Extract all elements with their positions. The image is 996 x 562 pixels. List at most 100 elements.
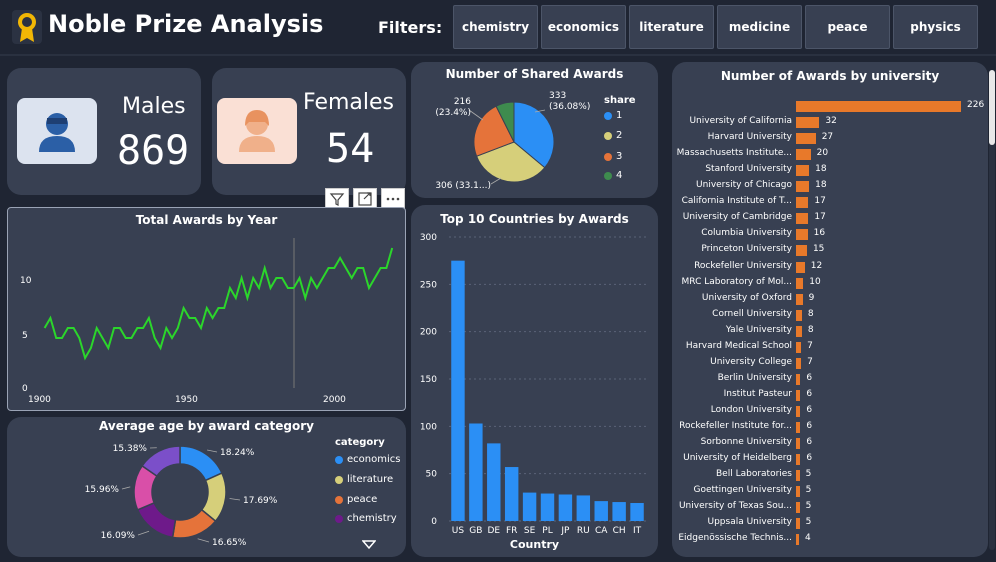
university-row[interactable]: London University 6: [672, 403, 988, 419]
country-bar[interactable]: [612, 502, 626, 521]
legend-scroll-down-icon[interactable]: [362, 540, 376, 550]
country-bar[interactable]: [630, 503, 644, 521]
legend-item-share-4[interactable]: 4: [604, 170, 622, 181]
top-countries-panel[interactable]: Top 10 Countries by Awards 0 50 100 150 200 2…: [411, 205, 658, 557]
legend-item-share-2[interactable]: 2: [604, 130, 622, 141]
university-row[interactable]: Massachusetts Institute... 20: [672, 146, 988, 162]
filter-medicine-button[interactable]: medicine: [717, 5, 802, 49]
university-bar[interactable]: [796, 373, 801, 385]
filter-literature-button[interactable]: literature: [629, 5, 714, 49]
label-leader-line: [229, 498, 241, 501]
filter-physics-button[interactable]: physics: [893, 5, 978, 49]
university-row[interactable]: University College 7: [672, 355, 988, 371]
university-row[interactable]: Berlin University 6: [672, 371, 988, 387]
males-card[interactable]: Males 869: [7, 68, 201, 195]
university-bar[interactable]: [796, 165, 810, 177]
university-bar[interactable]: [796, 325, 802, 337]
university-bar[interactable]: [796, 422, 801, 433]
university-bar[interactable]: [796, 389, 801, 401]
university-row[interactable]: Rockefeller Institute for... 6: [672, 419, 988, 435]
university-bar[interactable]: [796, 213, 809, 225]
university-bar[interactable]: [796, 357, 802, 369]
university-row[interactable]: University of Texas Sou... 5: [672, 499, 988, 515]
country-bar[interactable]: [540, 493, 555, 521]
university-value: 7: [807, 340, 813, 351]
university-bar[interactable]: [796, 518, 800, 530]
university-bar[interactable]: [796, 534, 799, 546]
filter-chemistry-button[interactable]: chemistry: [453, 5, 538, 49]
country-bar[interactable]: [522, 492, 537, 521]
awards-by-year-panel[interactable]: Total Awards by Year 10 5 0 1900 1950 20…: [7, 207, 406, 411]
university-row[interactable]: Uppsala University 5: [672, 515, 988, 531]
scrollbar-thumb[interactable]: [989, 70, 995, 145]
females-card[interactable]: Females 54: [212, 68, 406, 195]
university-row[interactable]: Stanford University 18: [672, 162, 988, 178]
country-bar[interactable]: [487, 443, 501, 521]
university-row[interactable]: Harvard Medical School 7: [672, 339, 988, 355]
university-scrollbar[interactable]: [989, 70, 995, 550]
country-bar[interactable]: [469, 423, 483, 521]
university-row[interactable]: Yale University 8: [672, 323, 988, 339]
university-row[interactable]: Princeton University 15: [672, 242, 988, 258]
university-row[interactable]: Harvard University 27: [672, 130, 988, 146]
university-bar[interactable]: [796, 405, 801, 417]
university-value: 5: [805, 485, 812, 496]
university-bar[interactable]: [796, 117, 820, 129]
country-bar[interactable]: [451, 260, 465, 521]
legend-item-share-3[interactable]: 3: [604, 151, 622, 162]
university-row[interactable]: MRC Laboratory of Mol... 10: [672, 275, 988, 291]
university-bar[interactable]: [796, 293, 803, 305]
university-bar[interactable]: [796, 197, 809, 209]
university-value: 226: [967, 100, 985, 110]
university-bar[interactable]: [796, 502, 800, 514]
filter-peace-button[interactable]: peace: [805, 5, 890, 49]
university-row[interactable]: Cornell University 8: [672, 307, 988, 323]
x-tick: GB: [469, 526, 482, 536]
university-row[interactable]: Institut Pasteur 6: [672, 387, 988, 403]
legend-item-peace[interactable]: peace: [335, 494, 377, 505]
university-row[interactable]: Eidgenössische Technis... 4: [672, 531, 988, 547]
university-row[interactable]: Sorbonne University 6: [672, 435, 988, 451]
university-bar[interactable]: [796, 245, 807, 257]
university-row[interactable]: University of Oxford 9: [672, 291, 988, 307]
university-bar[interactable]: [796, 486, 800, 498]
university-row[interactable]: California Institute of T... 17: [672, 194, 988, 210]
university-row[interactable]: University of Cambridge 17: [672, 210, 988, 226]
university-bar[interactable]: [796, 101, 961, 112]
university-row[interactable]: 226: [672, 98, 988, 114]
country-bar[interactable]: [558, 494, 573, 521]
university-bar[interactable]: [796, 133, 816, 145]
age-data-label: 15.38%: [113, 444, 148, 454]
university-bar[interactable]: [796, 277, 804, 289]
average-age-panel[interactable]: Average age by award category 18.24% 17.6…: [7, 417, 406, 557]
university-bar[interactable]: [796, 181, 810, 193]
university-bar[interactable]: [796, 149, 811, 161]
legend-item-share-1[interactable]: 1: [604, 110, 622, 121]
university-row[interactable]: Bell Laboratories 5: [672, 467, 988, 483]
university-bar[interactable]: [796, 261, 805, 273]
university-row[interactable]: Rockefeller University 12: [672, 259, 988, 275]
university-row[interactable]: Goettingen University 5: [672, 483, 988, 499]
university-bar[interactable]: [796, 438, 801, 450]
legend-item-literature[interactable]: literature: [335, 474, 393, 485]
country-bar[interactable]: [576, 495, 591, 521]
awards-by-university-panel[interactable]: Number of Awards by university 226 Univer…: [672, 62, 988, 557]
university-row[interactable]: University of Heidelberg 6: [672, 451, 988, 467]
shared-awards-panel[interactable]: Number of Shared Awards 333 (36.08%) 216 (2…: [411, 62, 658, 198]
university-row[interactable]: University of Chicago 18: [672, 178, 988, 194]
legend-dot-icon: [335, 455, 343, 464]
university-row[interactable]: Columbia University 16: [672, 226, 988, 242]
legend-item-economics[interactable]: economics: [335, 454, 400, 465]
university-bar[interactable]: [796, 470, 800, 482]
university-bar[interactable]: [796, 309, 802, 321]
university-bar[interactable]: [796, 341, 802, 353]
university-row[interactable]: University of California 32: [672, 114, 988, 130]
country-bar[interactable]: [504, 467, 519, 521]
country-bar[interactable]: [594, 501, 608, 521]
y-tick: 0: [431, 517, 437, 527]
university-name: Berlin University: [717, 372, 792, 383]
legend-item-chemistry[interactable]: chemistry: [335, 513, 397, 524]
university-bar[interactable]: [796, 229, 808, 241]
university-bar[interactable]: [796, 454, 801, 466]
filter-economics-button[interactable]: economics: [541, 5, 626, 49]
